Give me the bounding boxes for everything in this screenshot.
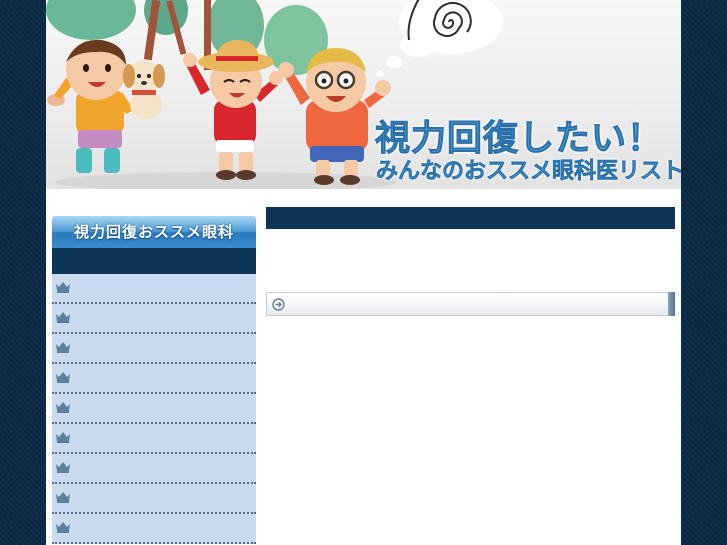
crown-icon	[56, 282, 70, 293]
crown-icon	[56, 432, 70, 443]
sidebar-item[interactable]	[52, 424, 256, 454]
sidebar-item[interactable]	[52, 334, 256, 364]
page-container: 視力回復したい！ みんなのおススメ眼科医リスト 視力回復おススメ眼科	[46, 0, 681, 545]
thought-bubble-icon	[376, 0, 503, 77]
main-heading-bar	[266, 207, 675, 229]
arrow-circle-icon	[272, 298, 285, 311]
sidebar-item[interactable]	[52, 274, 256, 304]
sidebar-heading: 視力回復おススメ眼科	[52, 216, 256, 248]
sidebar-item[interactable]	[52, 454, 256, 484]
crown-icon	[56, 342, 70, 353]
sidebar-item[interactable]	[52, 514, 256, 544]
crown-icon	[56, 372, 70, 383]
crown-icon	[56, 402, 70, 413]
child-figure-left	[47, 39, 134, 173]
main-subheading-box	[266, 292, 672, 316]
child-figure-middle	[183, 40, 283, 180]
sidebar-item[interactable]	[52, 394, 256, 424]
sidebar-item[interactable]	[52, 364, 256, 394]
main-subheading-edge	[668, 292, 675, 316]
sidebar-item[interactable]	[52, 484, 256, 514]
sidebar-item[interactable]	[52, 304, 256, 334]
sidebar-subheader-bar	[52, 248, 256, 274]
crown-icon	[56, 312, 70, 323]
crown-icon	[56, 462, 70, 473]
sidebar-list	[52, 274, 256, 544]
sidebar: 視力回復おススメ眼科	[52, 216, 256, 545]
crown-icon	[56, 492, 70, 503]
crown-icon	[56, 522, 70, 533]
site-subtitle: みんなのおススメ眼科医リスト	[376, 159, 681, 185]
header-banner: 視力回復したい！ みんなのおススメ眼科医リスト	[46, 0, 681, 189]
